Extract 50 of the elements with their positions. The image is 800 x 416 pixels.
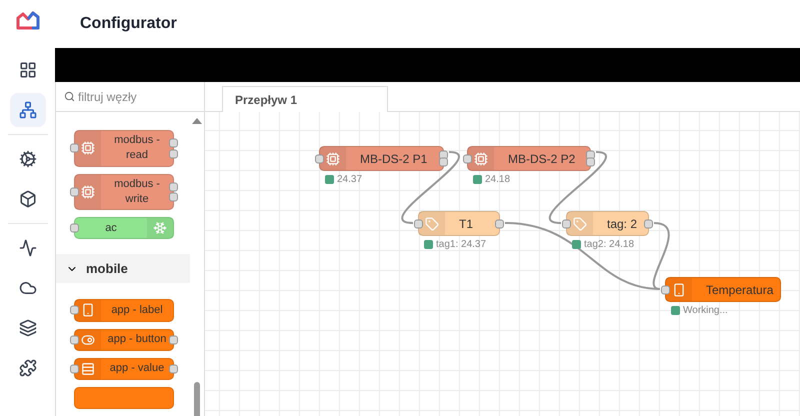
scrollbar-thumb[interactable] [194, 382, 200, 416]
input-port[interactable] [562, 219, 571, 228]
flow-tab[interactable]: Przepływ 1 [222, 86, 388, 112]
cube-icon [18, 190, 36, 208]
palette-node[interactable] [74, 386, 174, 409]
output-port[interactable] [495, 219, 504, 228]
layers-icon [18, 319, 36, 337]
scroll-up-icon[interactable] [192, 117, 202, 125]
input-port[interactable] [315, 154, 324, 163]
status-text: Working... [683, 305, 728, 316]
grid-icon [18, 61, 36, 79]
snowflake-icon [153, 221, 167, 236]
puzzle-icon [18, 359, 36, 377]
phone-icon [672, 282, 686, 296]
input-port[interactable] [70, 364, 79, 374]
input-port[interactable] [70, 335, 79, 344]
status-text: tag2: 24.18 [584, 239, 634, 250]
tag-icon [573, 216, 587, 230]
toggle-icon [81, 332, 95, 347]
input-port[interactable] [70, 187, 79, 196]
flow-canvas[interactable]: MB-DS-2 P1 24.37 MB-DS-2 P2 24.18 T1 tag1: 24.37 tag: 2 tag2: 24.18 Temperatura Working... [205, 112, 800, 416]
input-port[interactable] [70, 144, 79, 153]
wire[interactable] [652, 222, 670, 290]
input-port[interactable] [661, 285, 670, 294]
input-port[interactable] [463, 154, 472, 163]
chip-icon [474, 152, 488, 166]
list-icon [81, 362, 95, 376]
input-port[interactable] [70, 224, 79, 233]
output-port[interactable] [169, 335, 178, 344]
input-port[interactable] [70, 306, 79, 315]
app-title: Configurator [80, 15, 177, 33]
category-header[interactable]: mobile [56, 254, 190, 284]
output-port[interactable] [169, 364, 178, 374]
phone-icon [81, 303, 95, 318]
pulse-icon [18, 239, 36, 257]
search-icon [64, 91, 75, 102]
chip-icon [326, 152, 340, 166]
nav-button[interactable] [10, 93, 46, 127]
status-text: 24.18 [485, 174, 510, 185]
output-port[interactable] [644, 219, 653, 228]
chip-icon [81, 184, 95, 199]
chip-icon [81, 141, 95, 156]
status-text: tag1: 24.37 [436, 239, 486, 250]
tag-icon [425, 216, 439, 230]
gear-icon [18, 150, 36, 168]
network-icon [18, 101, 36, 119]
cloud-icon [18, 279, 36, 297]
input-port[interactable] [414, 219, 423, 228]
status-text: 24.37 [337, 174, 362, 185]
logo-icon [16, 10, 40, 30]
